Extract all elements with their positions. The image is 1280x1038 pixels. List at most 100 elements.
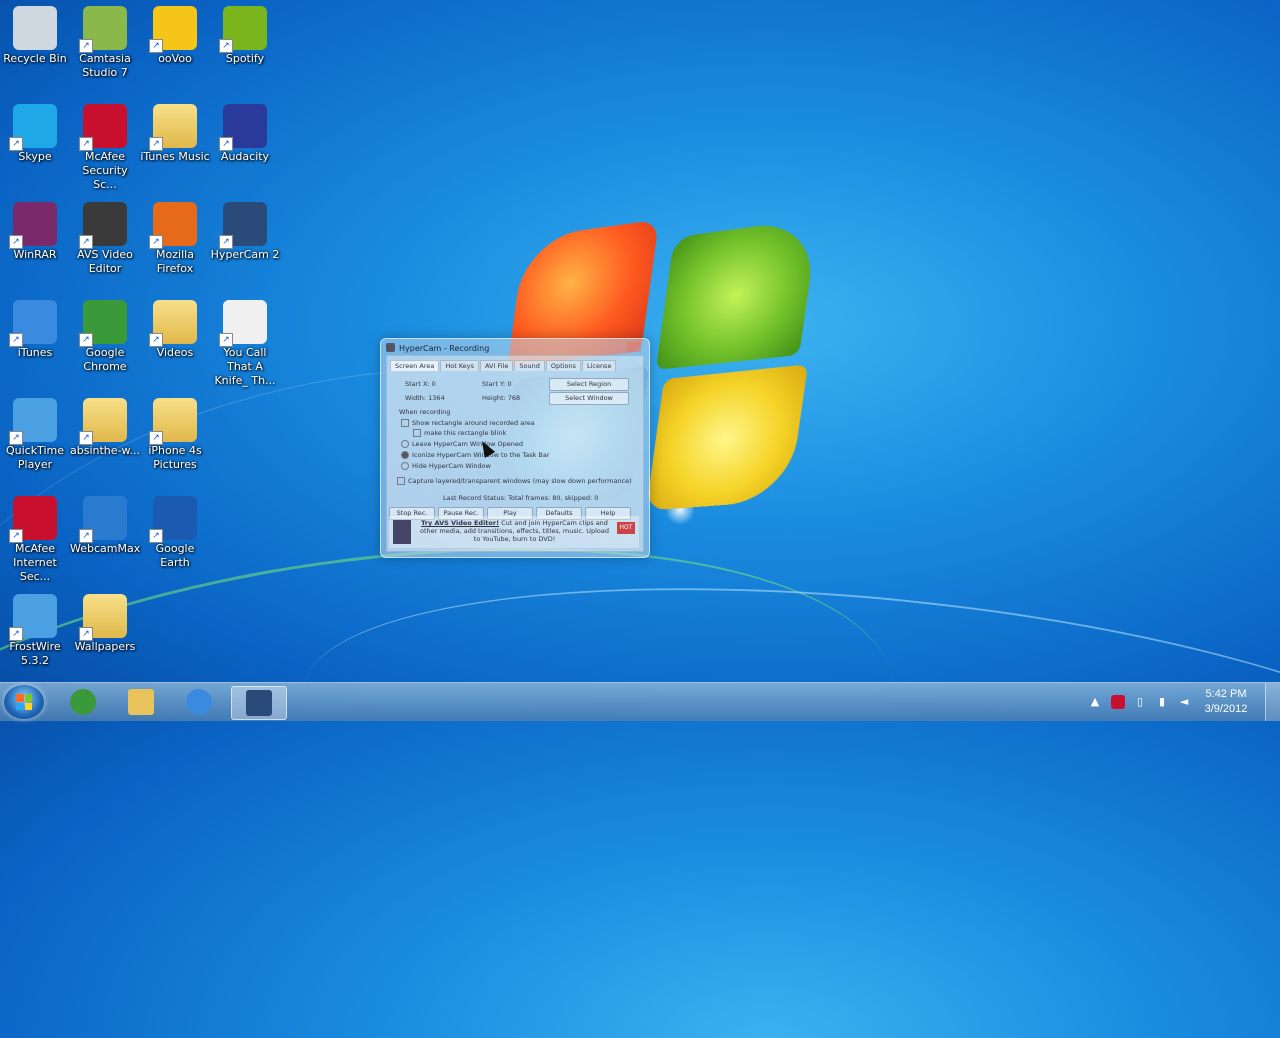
shortcut-arrow-icon: ↗: [9, 627, 23, 641]
desktop-icon[interactable]: ↗ ooVoo: [140, 0, 210, 66]
winrar-icon: ↗: [9, 202, 57, 249]
hypercam-window[interactable]: HyperCam - Recording Screen Area Hot Key…: [380, 338, 650, 558]
desktop-icon[interactable]: ↗ Videos: [140, 294, 210, 360]
select-window-button[interactable]: Select Window: [549, 392, 629, 405]
radio[interactable]: [401, 462, 409, 470]
desktop-icon[interactable]: ↗ HyperCam 2: [210, 196, 280, 262]
desktop-icon-label: iPhone 4s Pictures: [148, 444, 202, 471]
camtasia-icon: ↗: [79, 6, 127, 53]
shortcut-arrow-icon: ↗: [149, 137, 163, 151]
blink-option[interactable]: make this rectangle blink: [413, 429, 506, 437]
desktop-icon[interactable]: ↗ Google Chrome: [70, 294, 140, 374]
checkbox[interactable]: [401, 419, 409, 427]
folder-icon: ↗: [149, 398, 197, 445]
radio[interactable]: [401, 440, 409, 448]
tab-options[interactable]: Options: [545, 360, 581, 371]
height-field[interactable]: Height: 768: [482, 394, 520, 402]
promo-title[interactable]: Try AVS Video Editor!: [421, 519, 499, 527]
desktop-icon[interactable]: ↗ iTunes Music: [140, 98, 210, 164]
desktop-icon[interactable]: ↗ McAfee Security Sc...: [70, 98, 140, 192]
when-recording-label: When recording: [399, 408, 451, 416]
clock-date: 3/9/2012: [1204, 703, 1248, 715]
desktop-icon[interactable]: ↗ Skype: [0, 98, 70, 164]
logo-pane-yellow: [645, 364, 808, 511]
leave-open-option[interactable]: Leave HyperCam Window Opened: [401, 440, 523, 448]
show-desktop-button[interactable]: [1265, 683, 1280, 721]
film-strip-icon: [393, 520, 411, 544]
spotify-icon: ↗: [219, 6, 267, 53]
start-x-value: 0: [431, 380, 436, 388]
clock-time: 5:42 PM: [1205, 688, 1247, 700]
desktop-icon[interactable]: ↗ Mozilla Firefox: [140, 196, 210, 276]
taskbar-button[interactable]: [172, 686, 226, 718]
shortcut-arrow-icon: ↗: [219, 235, 233, 249]
mcafee-tray-icon[interactable]: [1111, 695, 1125, 709]
width-field[interactable]: Width: 1364: [405, 394, 445, 402]
taskbar-button[interactable]: [114, 686, 168, 718]
recycle-bin-icon: [13, 6, 57, 50]
network-icon[interactable]: ▮: [1155, 695, 1169, 709]
taskbar-button[interactable]: [56, 686, 110, 718]
hide-option[interactable]: Hide HyperCam Window: [401, 462, 491, 470]
capture-layered-option[interactable]: Capture layered/transparent windows (may…: [397, 477, 632, 485]
taskbar-button[interactable]: [231, 686, 287, 720]
select-region-button[interactable]: Select Region: [549, 378, 629, 391]
battery-icon[interactable]: ▯: [1133, 695, 1147, 709]
desktop-icon[interactable]: ↗ FrostWire 5.3.2: [0, 588, 70, 668]
radio[interactable]: [401, 451, 409, 459]
desktop-icon[interactable]: ↗ iPhone 4s Pictures: [140, 392, 210, 472]
close-button[interactable]: [627, 342, 641, 352]
show-rect-option[interactable]: Show rectangle around recorded area: [401, 419, 535, 427]
volume-icon[interactable]: ◄: [1177, 695, 1191, 709]
desktop-icon[interactable]: ↗ McAfee Internet Sec...: [0, 490, 70, 584]
promo-content: Try AVS Video Editor! Cut and join Hyper…: [417, 519, 612, 543]
start-y-label: Start Y:: [482, 380, 506, 388]
shortcut-arrow-icon: ↗: [149, 431, 163, 445]
clock[interactable]: 5:42 PM 3/9/2012: [1198, 687, 1254, 717]
tab-license[interactable]: License: [581, 360, 617, 371]
desktop-icon[interactable]: ↗ WebcamMax: [70, 490, 140, 556]
hypercam-icon: ↗: [219, 202, 267, 249]
desktop-icon[interactable]: ↗ WinRAR: [0, 196, 70, 262]
width-value: 1364: [428, 394, 445, 402]
start-button[interactable]: [4, 685, 44, 719]
desktop-icon[interactable]: ↗ Wallpapers: [70, 588, 140, 654]
desktop-icon[interactable]: ↗ QuickTime Player: [0, 392, 70, 472]
desktop-icon[interactable]: ↗ Audacity: [210, 98, 280, 164]
desktop-icon[interactable]: ↗ Camtasia Studio 7: [70, 0, 140, 80]
start-y-field[interactable]: Start Y: 0: [482, 380, 511, 388]
start-x-field[interactable]: Start X: 0: [405, 380, 436, 388]
desktop-icon[interactable]: ↗ AVS Video Editor: [70, 196, 140, 276]
tab-screen-area[interactable]: Screen Area: [390, 360, 440, 371]
desktop-icon[interactable]: ↗ Google Earth: [140, 490, 210, 570]
checkbox[interactable]: [413, 429, 421, 437]
shortcut-arrow-icon: ↗: [219, 333, 233, 347]
desktop-icon[interactable]: ↗ absinthe-w...: [70, 392, 140, 458]
shortcut-arrow-icon: ↗: [79, 39, 93, 53]
folder-icon: ↗: [79, 398, 127, 445]
shortcut-arrow-icon: ↗: [79, 333, 93, 347]
avs-promo-banner[interactable]: Try AVS Video Editor! Cut and join Hyper…: [389, 516, 639, 548]
shortcut-arrow-icon: ↗: [149, 333, 163, 347]
desktop-icon[interactable]: ↗ Spotify: [210, 0, 280, 66]
capture-layered-label: Capture layered/transparent windows (may…: [408, 477, 632, 485]
desktop-icon[interactable]: ↗ You Call That A Knife_ Th...: [210, 294, 280, 388]
shortcut-arrow-icon: ↗: [9, 431, 23, 445]
logo-pane-green: [655, 217, 819, 370]
desktop-icon-label: Skype: [18, 150, 52, 163]
show-hidden-icons-icon[interactable]: ▲: [1088, 695, 1102, 709]
desktop-icon-label: Videos: [156, 346, 194, 359]
start-x-label: Start X:: [405, 380, 430, 388]
height-label: Height:: [482, 394, 506, 402]
mp3-file-icon: ↗: [219, 300, 267, 347]
checkbox[interactable]: [397, 477, 405, 485]
tab-hot-keys[interactable]: Hot Keys: [440, 360, 480, 371]
shortcut-arrow-icon: ↗: [79, 529, 93, 543]
desktop-icon[interactable]: ↗ iTunes: [0, 294, 70, 360]
height-value: 768: [507, 394, 521, 402]
tab-sound[interactable]: Sound: [514, 360, 545, 371]
tab-avi-file[interactable]: AVI File: [480, 360, 514, 371]
desktop-icon-label: Recycle Bin: [3, 52, 67, 65]
iconize-option[interactable]: Iconize HyperCam Window to the Task Bar: [401, 451, 550, 459]
desktop-icon[interactable]: Recycle Bin: [0, 0, 70, 66]
